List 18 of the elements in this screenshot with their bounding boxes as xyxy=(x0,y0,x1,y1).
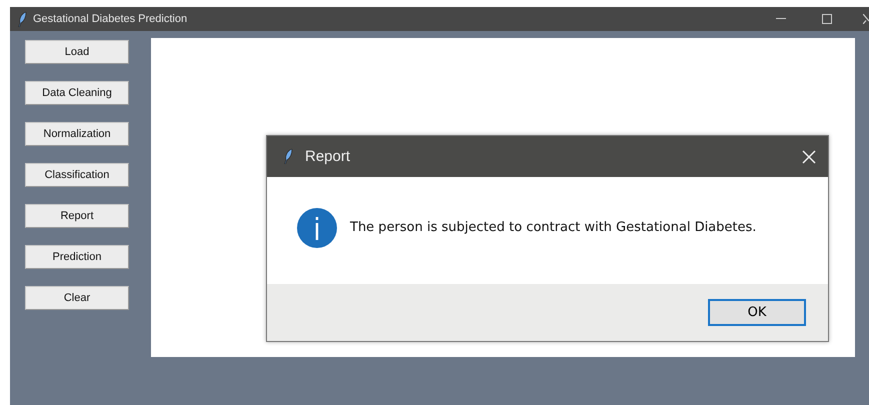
sidebar-button[interactable]: Load xyxy=(25,40,129,64)
feather-icon xyxy=(284,149,293,164)
info-icon xyxy=(297,208,337,248)
minimize-icon xyxy=(776,18,786,20)
maximize-icon xyxy=(822,14,832,24)
sidebar-button[interactable]: Data Cleaning xyxy=(25,81,129,105)
close-icon xyxy=(863,14,869,24)
close-icon[interactable] xyxy=(802,150,816,164)
ok-button[interactable]: OK xyxy=(708,299,806,326)
feather-icon xyxy=(18,12,27,26)
sidebar-button[interactable]: Prediction xyxy=(25,245,129,269)
sidebar-button[interactable]: Clear xyxy=(25,286,129,310)
sidebar-button[interactable]: Normalization xyxy=(25,122,129,146)
dialog-title: Report xyxy=(305,148,350,165)
dialog-message: The person is subjected to contract with Gestational Diabetes. xyxy=(350,220,756,235)
sidebar-button[interactable]: Report xyxy=(25,204,129,228)
window-title: Gestational Diabetes Prediction xyxy=(33,13,188,25)
sidebar-button[interactable]: Classification xyxy=(25,163,129,187)
